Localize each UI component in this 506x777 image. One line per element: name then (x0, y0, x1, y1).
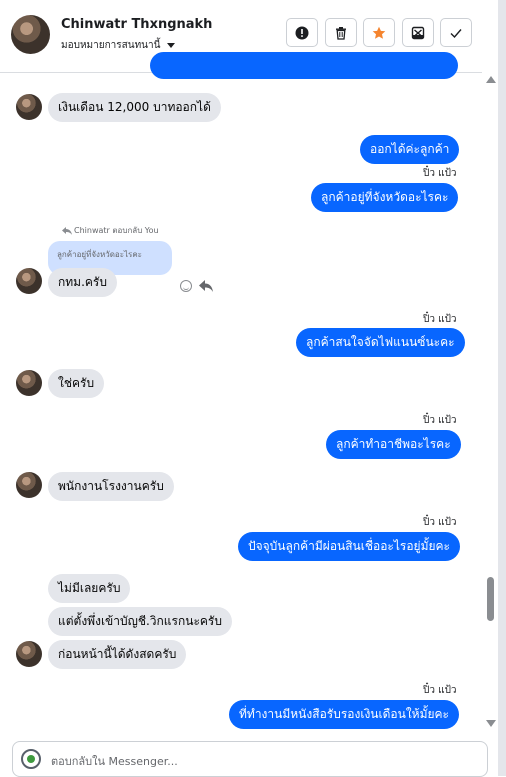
scrollbar-thumb[interactable] (487, 577, 494, 621)
mark-spam-button[interactable] (286, 18, 318, 47)
exclamation-circle-icon (295, 26, 309, 39)
message-bubble-incoming: กทม.ครับ (48, 268, 117, 297)
star-icon (372, 26, 386, 39)
message-bubble-incoming: ก่อนหน้านี้ได้ดังสดครับ (48, 640, 187, 669)
message-bubble-outgoing: ที่ทำงานมีหนังสือรับรองเงินเดือนให้มั้ยค… (229, 700, 459, 729)
sender-name: ปิ๋ว แป้ว (423, 517, 457, 528)
sender-avatar[interactable] (16, 641, 42, 667)
message-bubble-outgoing-partial (150, 52, 458, 79)
message-bubble-outgoing: ลูกค้าทำอาชีพอะไรคะ (326, 430, 461, 459)
inbox-icon (411, 26, 425, 39)
delete-button[interactable] (325, 18, 357, 47)
assign-label: มอบหมายการสนทนานี้ (61, 40, 161, 51)
contact-name[interactable]: Chinwatr Thxngnakh (61, 17, 212, 32)
check-icon (450, 28, 462, 38)
trash-icon (336, 26, 346, 40)
assign-conversation-dropdown[interactable]: มอบหมายการสนทนานี้ (61, 38, 176, 53)
message-bubble-outgoing: ลูกค้าอยู่ที่จังหวัดอะไรคะ (311, 183, 459, 212)
sender-avatar[interactable] (16, 472, 42, 498)
sender-avatar[interactable] (16, 268, 42, 294)
sender-name: ปิ๋ว แป้ว (423, 168, 457, 179)
message-bubble-incoming: ใช่ครับ (48, 369, 105, 398)
sender-name: ปิ๋ว แป้ว (423, 685, 457, 696)
message-bubble-incoming: เงินเดือน 12,000 บาทออกได้ (48, 93, 221, 122)
messenger-logo-icon (21, 749, 41, 769)
message-bubble-incoming: ไม่มีเลยครับ (48, 574, 131, 603)
message-bubble-outgoing: ออกได้ค่ะลูกค้า (360, 135, 460, 164)
chevron-down-icon (167, 43, 176, 48)
sender-name: ปิ๋ว แป้ว (423, 415, 457, 426)
composer-placeholder: ตอบกลับใน Messenger... (51, 755, 178, 768)
scroll-up-arrow-icon[interactable] (486, 76, 496, 83)
star-button[interactable] (363, 18, 395, 47)
move-to-inbox-button[interactable] (402, 18, 434, 47)
sender-name: ปิ๋ว แป้ว (423, 314, 457, 325)
reply-composer[interactable]: ตอบกลับใน Messenger... (12, 741, 488, 777)
scrollbar[interactable] (482, 72, 498, 732)
message-bubble-outgoing: ลูกค้าสนใจจัดไฟแนนซ์นะคะ (296, 328, 465, 357)
sender-avatar[interactable] (16, 370, 42, 396)
reply-header-text: Chinwatr ตอบกลับ You (74, 226, 159, 235)
right-edge-rail (498, 0, 506, 776)
message-bubble-outgoing: ปัจจุบันลูกค้ามีผ่อนสินเชื่ออะไรอยู่มั้ย… (238, 532, 461, 561)
sender-avatar[interactable] (16, 94, 42, 120)
message-bubble-incoming: พนักงานโรงงานครับ (48, 472, 174, 501)
scroll-down-arrow-icon[interactable] (486, 720, 496, 727)
reply-header: Chinwatr ตอบกลับ You (62, 224, 159, 237)
contact-avatar[interactable] (11, 15, 50, 54)
mark-done-button[interactable] (440, 18, 472, 47)
reply-arrow-icon (62, 226, 72, 235)
reply-icon[interactable] (199, 279, 213, 293)
react-smiley-icon[interactable] (180, 280, 192, 292)
message-bubble-incoming: แต่ตั้งพึ่งเข้าบัญชี.วิกแรกนะครับ (48, 607, 232, 636)
